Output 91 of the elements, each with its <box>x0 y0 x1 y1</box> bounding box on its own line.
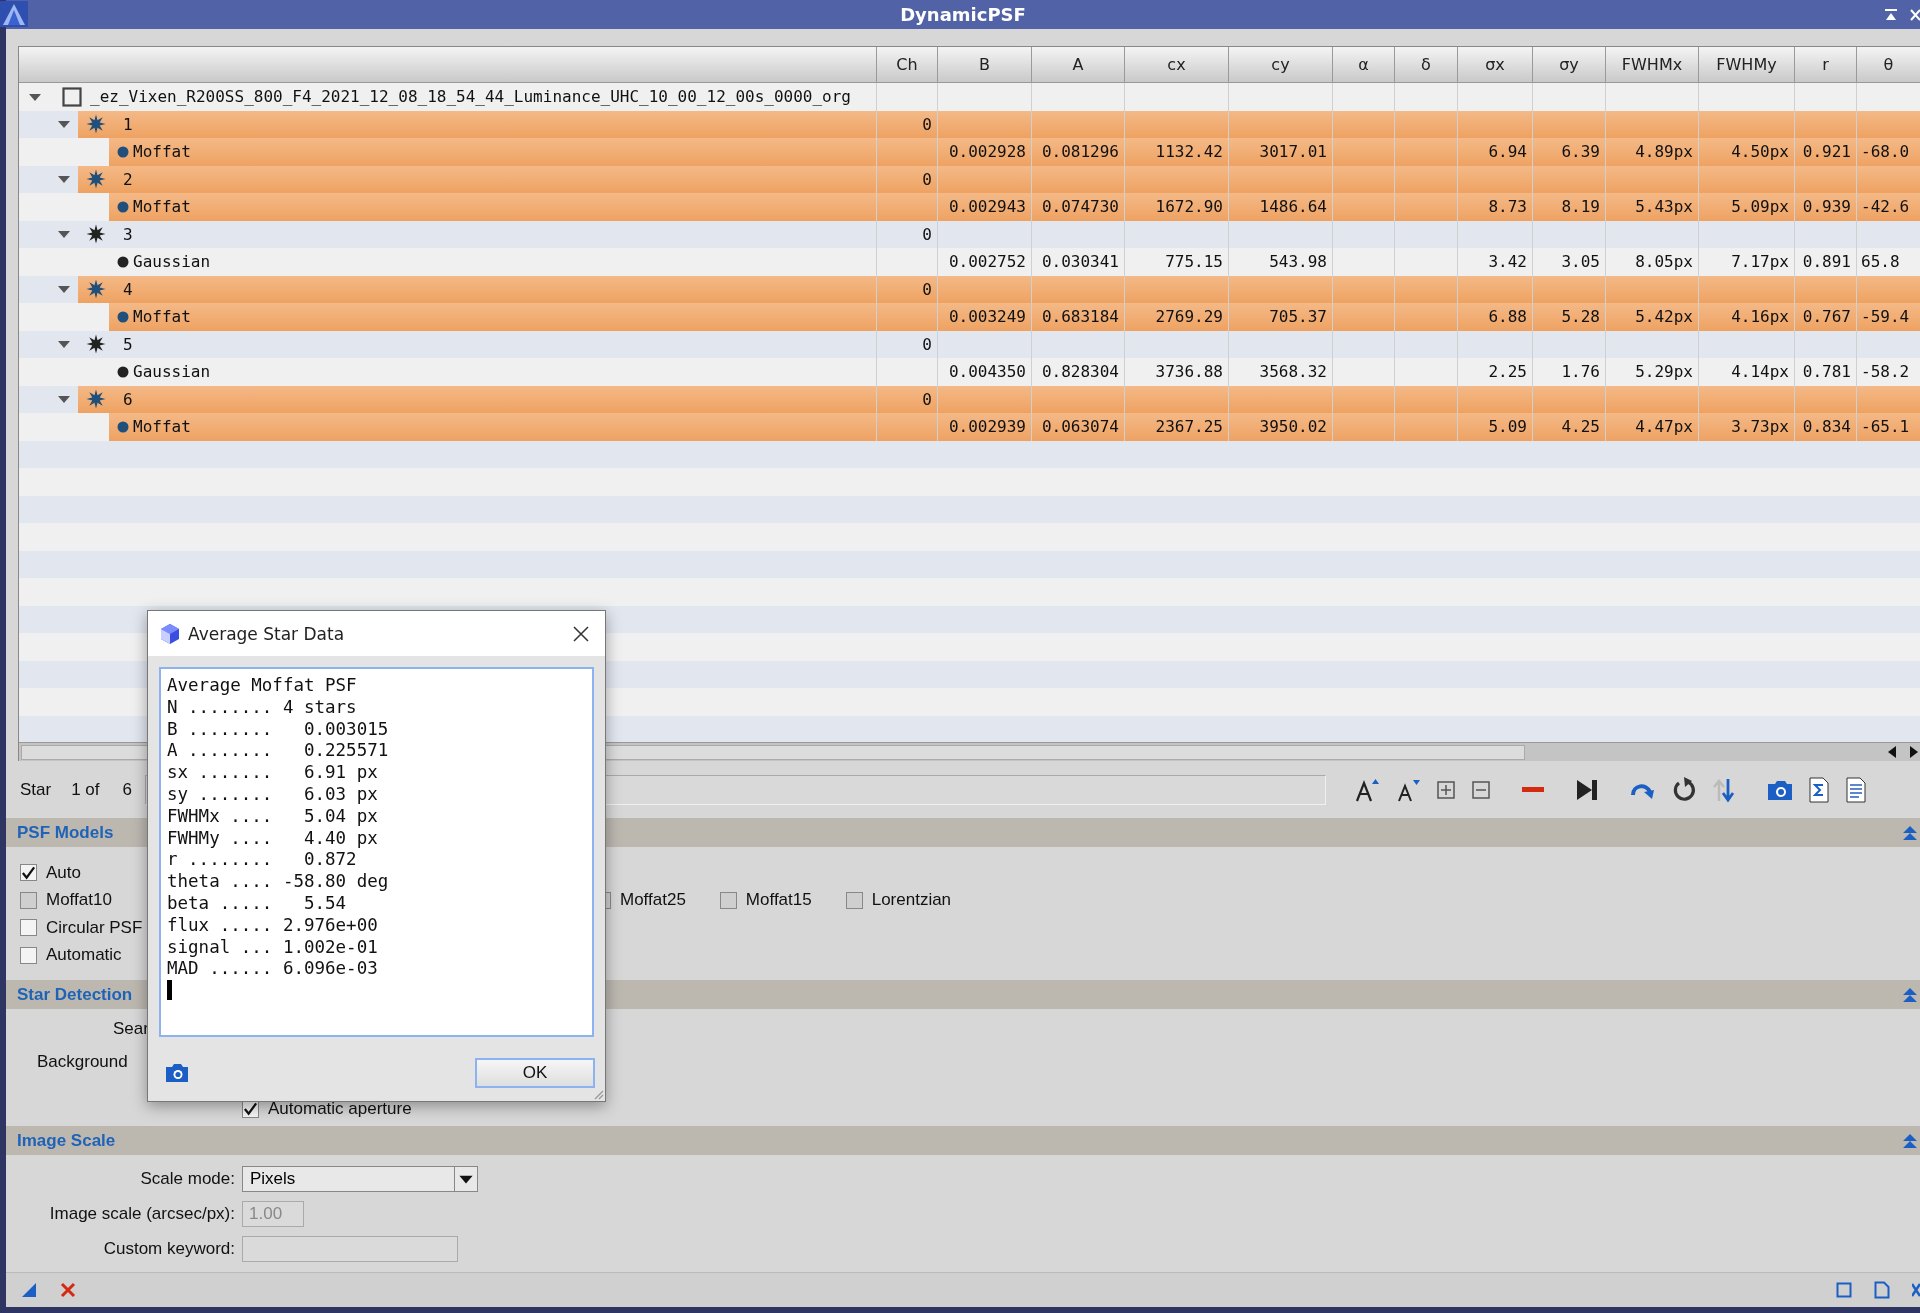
table-cell: 543.98 <box>1269 252 1327 272</box>
table-cell: 3950.02 <box>1259 417 1327 437</box>
table-cell: 6.88 <box>1488 307 1527 327</box>
field-label: Scale mode: <box>139 1168 235 1189</box>
table-cell: 3.05 <box>1561 252 1600 272</box>
table-cell: 8.19 <box>1561 197 1600 217</box>
table-cell: 0.767 <box>1802 307 1851 327</box>
table-cell: 1486.64 <box>1259 197 1327 217</box>
table-cell: 0 <box>922 389 932 409</box>
table-cell: 8.73 <box>1488 197 1527 217</box>
table-cell: 7.17px <box>1731 252 1789 272</box>
table-cell: 4.25 <box>1561 417 1600 437</box>
table-cell: 3568.32 <box>1259 362 1327 382</box>
table-cell: -68.0 <box>1861 142 1910 162</box>
table-cell: 0.002928 <box>948 142 1026 162</box>
table-cell: 0.921 <box>1802 142 1851 162</box>
table-cell: 1.76 <box>1561 362 1600 382</box>
section-title: Image Scale <box>17 1130 116 1151</box>
model-name: Gaussian <box>133 252 211 272</box>
table-cell: 775.15 <box>1165 252 1223 272</box>
table-cell: 1132.42 <box>1155 142 1223 162</box>
table-cell: 6.39 <box>1561 142 1600 162</box>
table-cell: 0.002752 <box>948 252 1026 272</box>
table-cell: 0.834 <box>1802 417 1851 437</box>
section-title: PSF Models <box>17 822 114 843</box>
table-cell: 0.063074 <box>1041 417 1119 437</box>
table-cell: 0.002939 <box>948 417 1026 437</box>
star-label: Star <box>20 780 52 800</box>
star-number: 1 <box>123 114 133 134</box>
table-cell: 2769.29 <box>1155 307 1223 327</box>
table-cell: 0.004350 <box>948 362 1026 382</box>
star-number: 2 <box>123 169 133 189</box>
table-cell: -59.4 <box>1861 307 1910 327</box>
star-number: 6 <box>123 389 133 409</box>
table-cell: 0.081296 <box>1041 142 1119 162</box>
field-label: Custom keyword: <box>102 1238 235 1259</box>
star-number: 4 <box>123 279 133 299</box>
table-cell: 2367.25 <box>1155 417 1223 437</box>
table-cell: 8.05px <box>1635 252 1693 272</box>
table-cell: 5.42px <box>1635 307 1693 327</box>
field-label: Image scale (arcsec/px): <box>48 1203 235 1224</box>
table-cell: 0 <box>922 279 932 299</box>
table-cell: -42.6 <box>1861 197 1910 217</box>
table-cell: 5.43px <box>1635 197 1693 217</box>
model-name: Moffat <box>133 142 191 162</box>
table-cell: 0.781 <box>1802 362 1851 382</box>
table-cell: 0.002943 <box>948 197 1026 217</box>
table-cell: 4.16px <box>1731 307 1789 327</box>
table-cell: 0.939 <box>1802 197 1851 217</box>
table-cell: 5.28 <box>1561 307 1600 327</box>
star-position: 1 of <box>71 780 100 800</box>
table-cell: 5.09px <box>1731 197 1789 217</box>
table-cell: 705.37 <box>1269 307 1327 327</box>
star-number: 3 <box>123 224 133 244</box>
table-cell: 0.891 <box>1802 252 1851 272</box>
table-cell: 0 <box>922 169 932 189</box>
table-cell: 3736.88 <box>1155 362 1223 382</box>
table-cell: 0 <box>922 224 932 244</box>
table-cell: -65.1 <box>1861 417 1910 437</box>
table-cell: 1672.90 <box>1155 197 1223 217</box>
table-cell: 5.29px <box>1635 362 1693 382</box>
table-cell: 5.09 <box>1488 417 1527 437</box>
model-name: Moffat <box>133 197 191 217</box>
table-cell: 2.25 <box>1488 362 1527 382</box>
window-title: DynamicPSF <box>900 4 1026 25</box>
table-cell: 0 <box>922 114 932 134</box>
table-cell: 4.47px <box>1635 417 1693 437</box>
table-cell: 0 <box>922 334 932 354</box>
table-cell: 3.73px <box>1731 417 1789 437</box>
table-cell: 0.074730 <box>1041 197 1119 217</box>
table-cell: 0.828304 <box>1041 362 1119 382</box>
section-title: Star Detection <box>17 984 133 1005</box>
table-cell: 3.42 <box>1488 252 1527 272</box>
model-name: Moffat <box>133 417 191 437</box>
table-cell: 4.89px <box>1635 142 1693 162</box>
star-number: 5 <box>123 334 133 354</box>
table-cell: -58.2 <box>1861 362 1910 382</box>
table-cell: 0.003249 <box>948 307 1026 327</box>
dialog-title: Average Star Data <box>188 623 345 644</box>
field-label: Background <box>37 1052 128 1072</box>
table-cell: 4.14px <box>1731 362 1789 382</box>
table-cell: 0.683184 <box>1041 307 1119 327</box>
field-label: Sear <box>113 1019 149 1039</box>
table-cell: 6.94 <box>1488 142 1527 162</box>
model-name: Moffat <box>133 307 191 327</box>
table-cell: 65.8 <box>1861 252 1900 272</box>
star-count: 6 <box>122 780 132 800</box>
model-name: Gaussian <box>133 362 211 382</box>
table-cell: 0.030341 <box>1041 252 1119 272</box>
table-cell: 4.50px <box>1731 142 1789 162</box>
table-cell: 3017.01 <box>1259 142 1327 162</box>
